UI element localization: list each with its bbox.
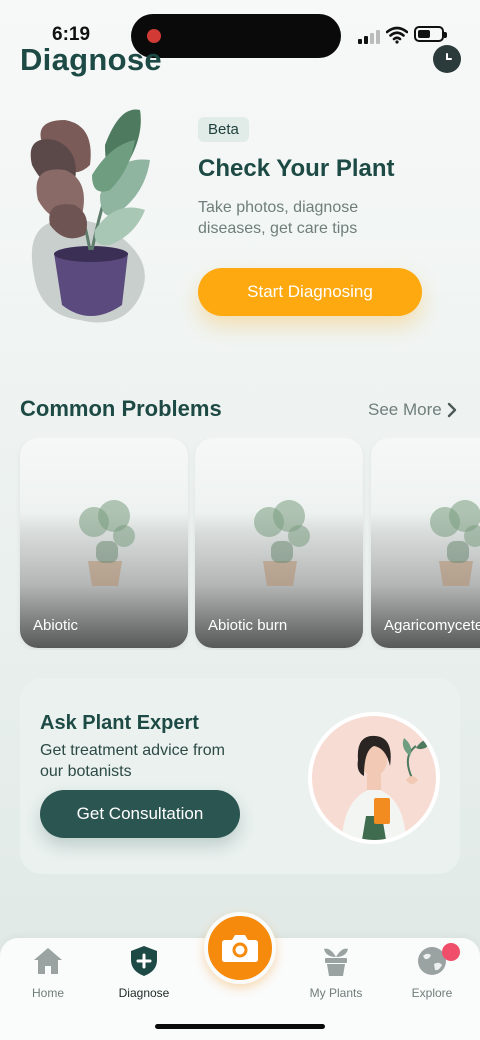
notification-badge: [442, 943, 460, 961]
tab-my-plants[interactable]: My Plants: [296, 944, 376, 1000]
history-button[interactable]: [433, 45, 461, 73]
get-consultation-button[interactable]: Get Consultation: [40, 790, 240, 838]
wifi-icon: [386, 26, 408, 44]
plant-thumbnail: [79, 500, 135, 586]
tab-explore-label: Explore: [411, 986, 453, 1000]
problem-label: Agaricomycetes: [384, 617, 480, 634]
problems-carousel[interactable]: Abiotic Abiotic burn Agaricomycetes: [0, 438, 480, 650]
expert-subtitle: Get treatment advice from our botanists: [40, 742, 225, 780]
battery-icon: [414, 26, 447, 42]
botanist-avatar: [308, 712, 440, 844]
camera-scan-button[interactable]: [204, 912, 276, 984]
problem-card[interactable]: Abiotic: [20, 438, 188, 648]
recording-indicator-icon: [147, 29, 161, 43]
home-indicator: [155, 1024, 325, 1029]
hero-subtitle: Take photos, diagnose diseases, get care…: [198, 199, 359, 237]
plant-pot-icon: [324, 948, 348, 976]
chevron-right-icon: [447, 402, 456, 418]
tab-home-label: Home: [31, 986, 64, 1000]
page-title: Diagnose: [20, 42, 162, 77]
home-icon: [34, 948, 62, 974]
tab-my-plants-label: My Plants: [309, 986, 363, 1000]
beta-badge: Beta: [198, 117, 249, 142]
problem-card[interactable]: Agaricomycetes: [371, 438, 480, 648]
problem-label: Abiotic burn: [208, 617, 288, 634]
dynamic-island: [131, 14, 341, 58]
problem-label: Abiotic: [33, 617, 79, 634]
see-more-link[interactable]: See More: [368, 400, 458, 420]
start-diagnosing-button[interactable]: Start Diagnosing: [198, 268, 422, 316]
tab-diagnose-label: Diagnose: [118, 986, 170, 1000]
hero-title: Check Your Plant: [198, 155, 395, 182]
expert-title: Ask Plant Expert: [40, 712, 199, 734]
cellular-signal-icon: [358, 28, 382, 44]
tab-home[interactable]: Home: [8, 944, 88, 1000]
ask-expert-card: Ask Plant Expert Get treatment advice fr…: [20, 678, 460, 874]
plant-illustration: [30, 109, 150, 323]
shield-plus-icon: [131, 946, 157, 976]
tab-diagnose[interactable]: Diagnose: [104, 944, 184, 1000]
plant-thumbnail: [254, 500, 310, 586]
common-problems-title: Common Problems: [20, 396, 222, 421]
camera-icon: [222, 935, 258, 962]
problem-card[interactable]: Abiotic burn: [195, 438, 363, 648]
tab-explore[interactable]: Explore: [392, 944, 472, 1000]
clock-icon: [446, 53, 452, 60]
plant-thumbnail: [430, 500, 480, 586]
see-more-label: See More: [368, 400, 442, 419]
